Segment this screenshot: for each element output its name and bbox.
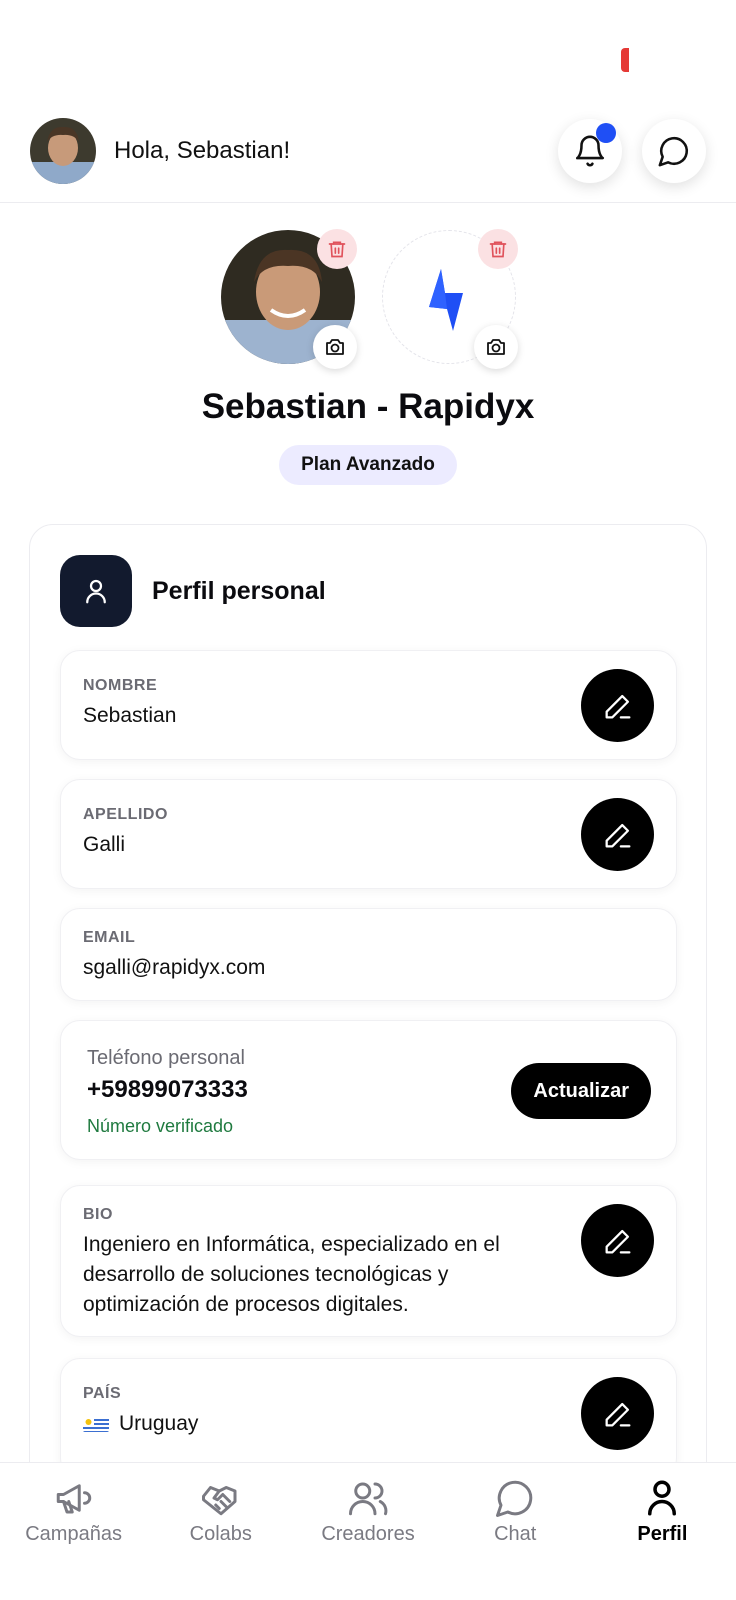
- phone-verified-status: Número verificado: [87, 1116, 234, 1136]
- tab-label: Chat: [494, 1523, 537, 1545]
- tab-perfil[interactable]: Perfil: [589, 1463, 736, 1600]
- field-label: NOMBRE: [83, 677, 158, 694]
- megaphone-icon: [56, 1484, 91, 1514]
- messages-button[interactable]: [642, 119, 706, 183]
- delete-profile-photo-button[interactable]: [317, 229, 357, 269]
- profile-header: Sebastian - Rapidyx Plan Avanzado: [0, 229, 736, 485]
- users-icon: [349, 1482, 388, 1516]
- person-icon: [60, 555, 132, 627]
- bottom-tab-bar: Campañas Colabs Creadores Chat Perfil: [0, 1462, 736, 1600]
- email-field: EMAIL sgalli@rapidyx.com: [60, 908, 677, 1001]
- section-title: Perfil personal: [152, 576, 326, 605]
- chat-bubble-icon: [496, 1480, 533, 1517]
- camera-icon: [326, 339, 344, 355]
- tab-chat[interactable]: Chat: [442, 1463, 589, 1600]
- field-label: PAÍS: [83, 1385, 122, 1402]
- tab-colabs[interactable]: Colabs: [147, 1463, 294, 1600]
- field-label: APELLIDO: [83, 806, 168, 823]
- field-value: Sebastian: [83, 704, 177, 727]
- profile-name: Sebastian - Rapidyx: [201, 387, 535, 426]
- bio-field: BIO Ingeniero en Informática, especializ…: [60, 1185, 677, 1337]
- person-icon: [648, 1480, 677, 1516]
- field-label: EMAIL: [83, 929, 136, 946]
- tab-campanas[interactable]: Campañas: [0, 1463, 147, 1600]
- update-phone-button[interactable]: Actualizar: [511, 1063, 651, 1119]
- tab-label: Colabs: [189, 1523, 252, 1545]
- trash-icon: [328, 241, 346, 258]
- tab-creadores[interactable]: Creadores: [294, 1463, 441, 1600]
- notifications-button[interactable]: [558, 119, 622, 183]
- tab-label: Campañas: [25, 1523, 122, 1545]
- chat-bubble-icon: [658, 136, 689, 167]
- greeting-text: Hola, Sebastian!: [114, 137, 291, 164]
- personal-profile-card: Perfil personal NOMBRE Sebastian APELLID…: [29, 524, 707, 1524]
- nombre-field: NOMBRE Sebastian: [60, 650, 677, 760]
- edit-apellido-button[interactable]: [581, 798, 654, 871]
- change-brand-logo-button[interactable]: [474, 325, 518, 369]
- notification-badge: [596, 123, 616, 143]
- apellido-field: APELLIDO Galli: [60, 779, 677, 889]
- pencil-icon: [605, 1229, 630, 1253]
- edit-pais-button[interactable]: [581, 1377, 654, 1450]
- field-label: BIO: [83, 1206, 113, 1223]
- field-value: Galli: [83, 833, 126, 856]
- edit-nombre-button[interactable]: [581, 669, 654, 742]
- camera-icon: [487, 339, 505, 355]
- uruguay-flag-icon: [83, 1414, 109, 1432]
- top-bar: Hola, Sebastian!: [0, 100, 736, 203]
- status-indicator: [621, 48, 629, 72]
- pencil-icon: [605, 694, 630, 718]
- edit-bio-button[interactable]: [581, 1204, 654, 1277]
- tab-label: Perfil: [637, 1523, 688, 1545]
- change-profile-photo-button[interactable]: [313, 325, 357, 369]
- plan-badge: Plan Avanzado: [279, 445, 457, 485]
- field-value: sgalli@rapidyx.com: [83, 956, 266, 979]
- trash-icon: [489, 241, 507, 258]
- phone-field: Teléfono personal +59899073333 Número ve…: [60, 1020, 677, 1160]
- delete-brand-logo-button[interactable]: [478, 229, 518, 269]
- pencil-icon: [605, 1402, 630, 1426]
- pencil-icon: [605, 823, 630, 847]
- field-value: Ingeniero en Informática, especializado …: [83, 1233, 500, 1316]
- pais-field: PAÍS Uruguay: [60, 1358, 677, 1478]
- field-value: Uruguay: [119, 1412, 199, 1435]
- avatar[interactable]: [30, 118, 96, 184]
- handshake-icon: [201, 1486, 237, 1516]
- tab-label: Creadores: [321, 1523, 415, 1545]
